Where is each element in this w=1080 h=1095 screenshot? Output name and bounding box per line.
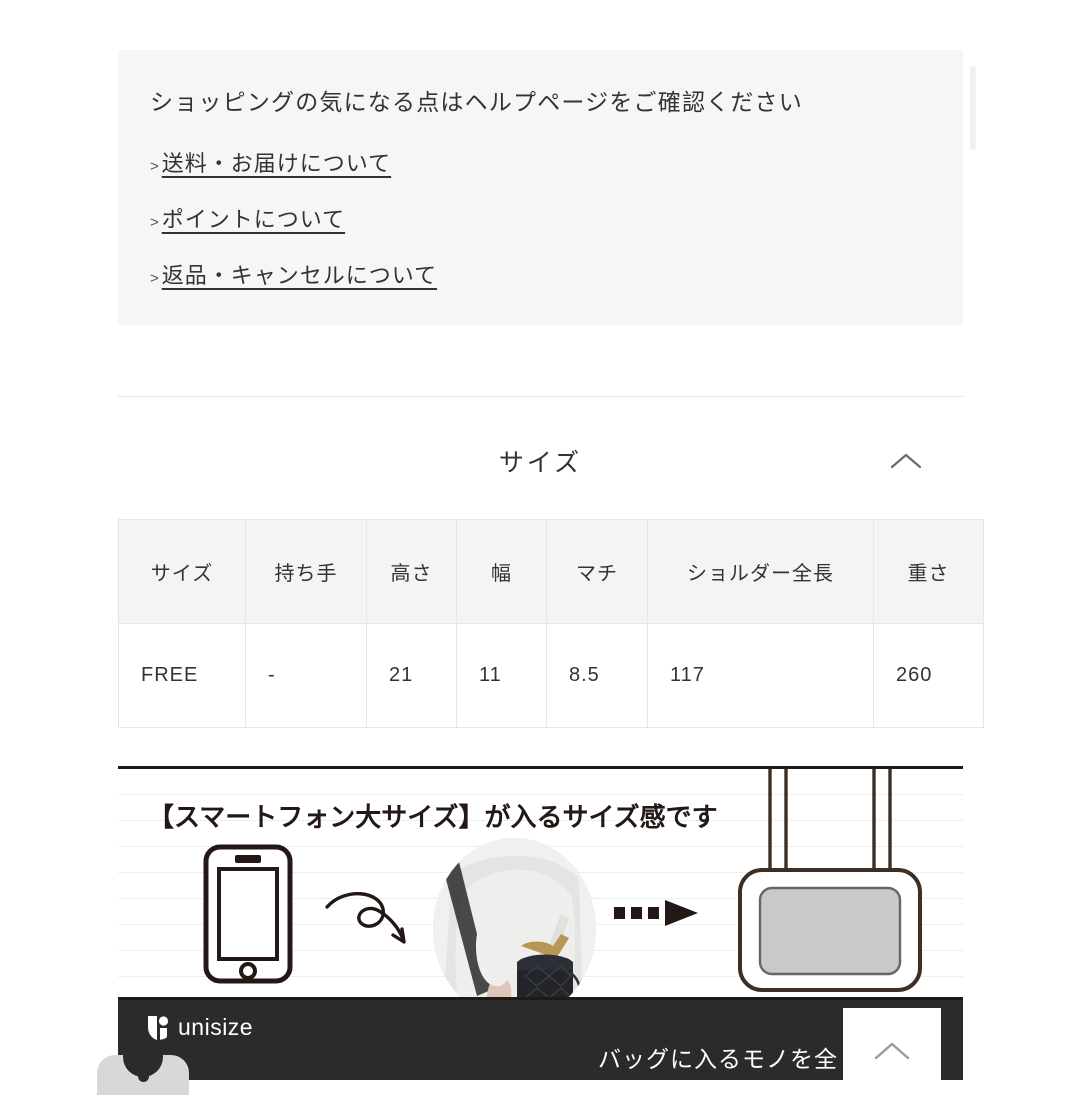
scroll-to-top-button[interactable] — [843, 1008, 941, 1080]
chevron-right-icon: > — [150, 214, 159, 232]
table-header-cell: サイズ — [118, 519, 246, 624]
widget-dot-icon — [138, 1071, 149, 1082]
table-header-cell: 高さ — [366, 519, 457, 624]
table-header-row: サイズ 持ち手 高さ 幅 マチ ショルダー全長 重さ — [118, 519, 984, 624]
chevron-right-icon: > — [150, 158, 159, 176]
table-header-cell: 重さ — [873, 519, 984, 624]
curved-arrow-icon — [325, 891, 406, 944]
table-header-cell: 持ち手 — [245, 519, 367, 624]
size-section-header[interactable]: サイズ — [118, 425, 963, 497]
help-link-returns[interactable]: 返品・キャンセルについて — [162, 258, 437, 290]
table-header-cell: ショルダー全長 — [647, 519, 874, 624]
shoulder-bag-icon — [738, 769, 922, 992]
table-cell: FREE — [118, 623, 246, 728]
table-header-cell: マチ — [546, 519, 648, 624]
product-detail-page: ショッピングの気になる点はヘルプページをご確認ください > 送料・お届けについて… — [0, 0, 1080, 1095]
table-cell: 260 — [873, 623, 984, 728]
page-scrollbar-thumb[interactable] — [970, 66, 976, 150]
dashed-arrow-icon — [614, 900, 698, 926]
unisize-brand-label: unisize — [178, 1014, 254, 1040]
size-table: サイズ 持ち手 高さ 幅 マチ ショルダー全長 重さ FREE - 21 11 … — [118, 519, 984, 728]
help-link-list: > 送料・お届けについて > ポイントについて > 返品・キャンセルについて — [150, 146, 931, 290]
table-cell: 117 — [647, 623, 874, 728]
unisize-promo-bar[interactable]: unisize バッグに入るモノを全 — [118, 1000, 963, 1080]
shopping-help-panel: ショッピングの気になる点はヘルプページをご確認ください > 送料・お届けについて… — [118, 50, 963, 325]
table-header-cell: 幅 — [456, 519, 547, 624]
chevron-up-icon[interactable] — [889, 451, 923, 471]
size-section-title: サイズ — [498, 449, 583, 477]
help-link-row[interactable]: > 返品・キャンセルについて — [150, 258, 931, 290]
unisize-message: バッグに入るモノを全 — [598, 1046, 838, 1072]
help-link-shipping[interactable]: 送料・お届けについて — [162, 146, 391, 178]
unisize-logo: unisize — [147, 1014, 253, 1041]
chevron-up-icon — [874, 1042, 910, 1060]
floating-chat-widget[interactable] — [97, 1055, 189, 1095]
table-cell: 21 — [366, 623, 457, 728]
table-row: FREE - 21 11 8.5 117 260 — [118, 623, 984, 728]
promo-banner-title: 【スマートフォン大サイズ】が入るサイズ感です — [148, 802, 718, 832]
table-cell: - — [245, 623, 367, 728]
size-feel-promo-banner: 【スマートフォン大サイズ】が入るサイズ感です — [118, 766, 963, 1000]
help-link-points[interactable]: ポイントについて — [162, 202, 345, 234]
table-cell: 11 — [456, 623, 547, 728]
help-link-row[interactable]: > ポイントについて — [150, 202, 931, 234]
section-divider — [118, 396, 963, 397]
help-link-row[interactable]: > 送料・お届けについて — [150, 146, 931, 178]
help-panel-title: ショッピングの気になる点はヘルプページをご確認ください — [150, 89, 803, 115]
chevron-right-icon: > — [150, 270, 159, 288]
table-cell: 8.5 — [546, 623, 648, 728]
unisize-shield-icon — [148, 1015, 169, 1040]
smartphone-icon — [203, 844, 293, 984]
size-table-container: サイズ 持ち手 高さ 幅 マチ ショルダー全長 重さ FREE - 21 11 … — [118, 519, 984, 728]
